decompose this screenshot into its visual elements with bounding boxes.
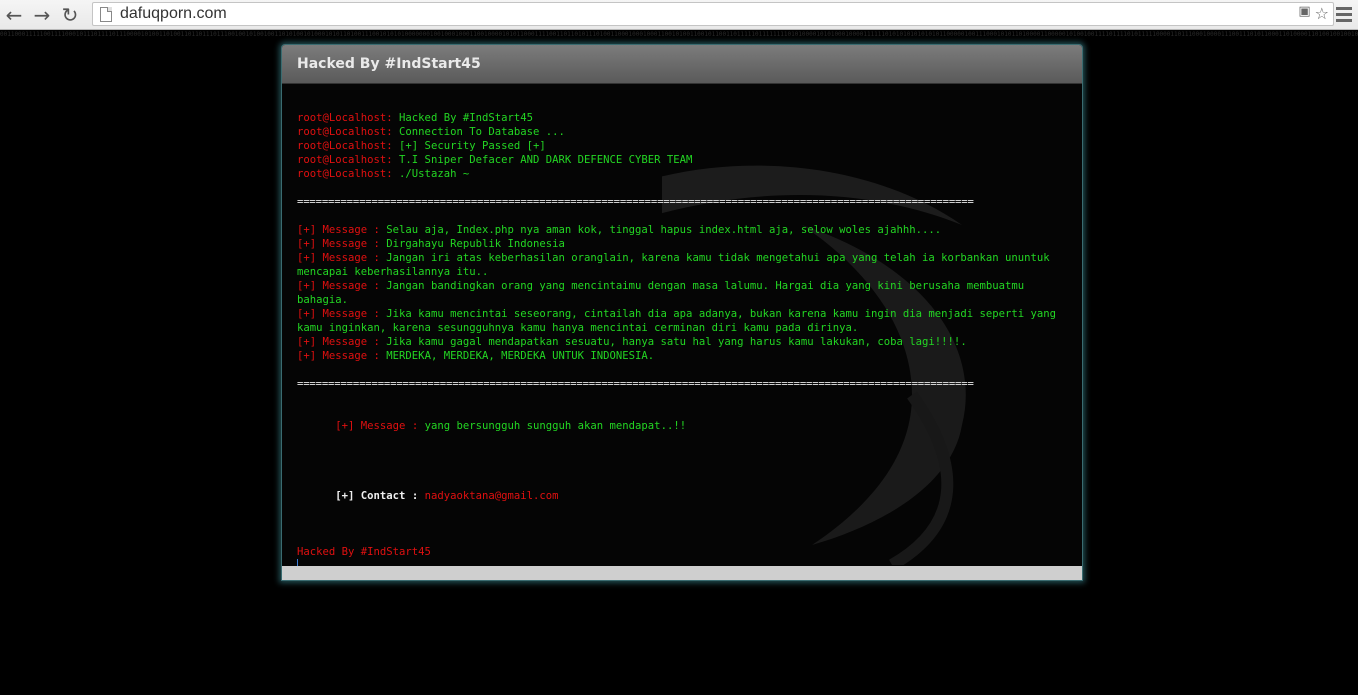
message-text: Jika kamu mencintai seseorang, cintailah…	[297, 308, 1063, 334]
message-text: MERDEKA, MERDEKA, MERDEKA UNTUK INDONESI…	[386, 350, 655, 362]
prompt-label: root@Localhost:	[297, 140, 393, 152]
command-text: Hacked By #IndStart45	[392, 112, 533, 124]
contact-email-link[interactable]: nadyaoktana@gmail.com	[425, 490, 559, 502]
message-text: Jangan iri atas keberhasilan oranglain, …	[297, 252, 1056, 278]
message-text: Jangan bandingkan orang yang mencintaimu…	[297, 280, 1031, 306]
browser-toolbar: ← → ↻ dafuqporn.com ▣ ☆	[0, 0, 1358, 30]
terminal-output: root@Localhost: Hacked By #IndStart45 roo…	[297, 111, 1067, 576]
message-line: [+] Message : Jika kamu gagal mendapatka…	[297, 335, 1067, 349]
contact-label: [+] Contact :	[335, 490, 425, 502]
command-line: root@Localhost: T.I Sniper Defacer AND D…	[297, 153, 1067, 167]
message-prefix: [+] Message :	[335, 420, 425, 432]
translate-icon[interactable]: ▣	[1298, 4, 1310, 23]
message-line: [+] Message : Jangan bandingkan orang ya…	[297, 279, 1067, 307]
separator-line: ========================================…	[297, 196, 974, 208]
url-text[interactable]: dafuqporn.com	[120, 5, 227, 23]
forward-icon[interactable]: →	[28, 1, 56, 29]
message-prefix: [+] Message :	[297, 350, 387, 362]
message-prefix: [+] Message :	[297, 252, 387, 264]
command-text: [+] Security Passed [+]	[392, 140, 546, 152]
separator-line: ========================================…	[297, 378, 974, 390]
command-line: root@Localhost: ./Ustazah ~	[297, 167, 1067, 181]
command-line: root@Localhost: Connection To Database .…	[297, 125, 1067, 139]
message-line: [+] Message : Dirgahayu Republik Indones…	[297, 237, 1067, 251]
command-text: Connection To Database ...	[392, 126, 565, 138]
message-text: Dirgahayu Republik Indonesia	[386, 238, 565, 250]
panel-title: Hacked By #IndStart45	[282, 45, 1082, 84]
final-message-line: [+] Message : yang bersungguh sungguh ak…	[297, 405, 1067, 447]
command-text: ./Ustazah ~	[392, 168, 470, 180]
prompt-label: root@Localhost:	[297, 112, 393, 124]
message-line: [+] Message : Selau aja, Index.php nya a…	[297, 223, 1067, 237]
message-text: Jika kamu gagal mendapatkan sesuatu, han…	[386, 336, 967, 348]
menu-icon[interactable]	[1334, 4, 1354, 24]
panel-footer-bar	[282, 566, 1082, 580]
terminal-panel: Hacked By #IndStart45 root@Localhost: Ha…	[281, 44, 1083, 581]
final-message-text: yang bersungguh sungguh akan mendapat..!…	[424, 420, 687, 432]
message-line: [+] Message : Jika kamu mencintai seseor…	[297, 307, 1067, 335]
message-prefix: [+] Message :	[297, 308, 387, 320]
back-icon[interactable]: ←	[0, 1, 28, 29]
prompt-label: root@Localhost:	[297, 126, 393, 138]
message-text: Selau aja, Index.php nya aman kok, tingg…	[386, 224, 942, 236]
prompt-label: root@Localhost:	[297, 154, 393, 166]
page-icon	[100, 6, 112, 22]
message-prefix: [+] Message :	[297, 280, 387, 292]
bookmark-star-icon[interactable]: ☆	[1315, 4, 1329, 23]
address-bar[interactable]: dafuqporn.com ▣ ☆	[92, 2, 1334, 26]
prompt-label: root@Localhost:	[297, 168, 393, 180]
message-line: [+] Message : Jangan iri atas keberhasil…	[297, 251, 1067, 279]
message-prefix: [+] Message :	[297, 336, 387, 348]
reload-icon[interactable]: ↻	[56, 1, 84, 29]
footer-text: Hacked By #IndStart45	[297, 546, 431, 558]
command-text: T.I Sniper Defacer AND DARK DEFENCE CYBE…	[392, 154, 693, 166]
command-line: root@Localhost: Hacked By #IndStart45	[297, 111, 1067, 125]
command-line: root@Localhost: [+] Security Passed [+]	[297, 139, 1067, 153]
message-line: [+] Message : MERDEKA, MERDEKA, MERDEKA …	[297, 349, 1067, 363]
message-prefix: [+] Message :	[297, 224, 387, 236]
contact-line: [+] Contact : nadyaoktana@gmail.com	[297, 475, 1067, 517]
message-prefix: [+] Message :	[297, 238, 387, 250]
